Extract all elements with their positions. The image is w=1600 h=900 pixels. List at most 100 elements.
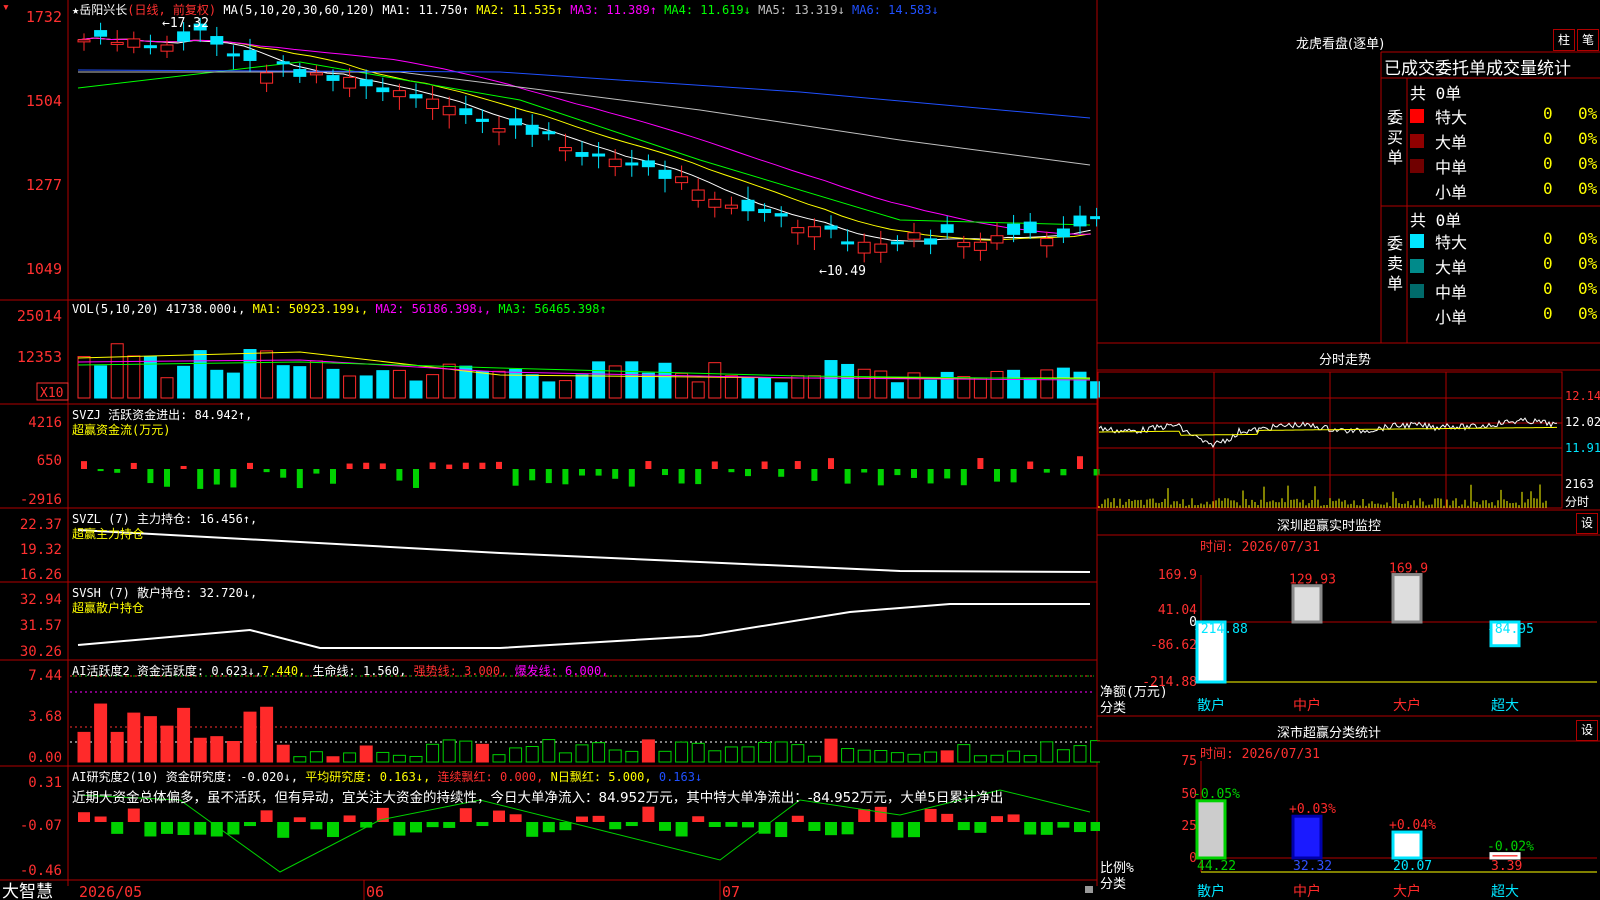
monitor-category: 中户 bbox=[1293, 697, 1321, 714]
candle bbox=[110, 41, 124, 45]
lhb-title: 龙虎看盘(逐单) bbox=[1296, 37, 1385, 52]
candle bbox=[990, 235, 1004, 244]
ai2-bar bbox=[1057, 822, 1070, 828]
order-n: 0 bbox=[1543, 129, 1553, 148]
vol-tick: 25014 bbox=[17, 307, 62, 325]
high-marker: ←17.32 bbox=[162, 16, 209, 31]
monitor-category: 散户 bbox=[1197, 697, 1225, 714]
ai2-bar bbox=[825, 822, 837, 836]
vol-bar bbox=[924, 379, 938, 399]
menu-arrow-icon[interactable]: ▾ bbox=[2, 0, 10, 15]
tick-view-button[interactable]: 笔 bbox=[1577, 29, 1599, 51]
fenshi-chart[interactable] bbox=[1098, 417, 1558, 508]
ai2-bar bbox=[891, 822, 904, 838]
stats-category: 中户 bbox=[1293, 883, 1321, 900]
column-view-button[interactable]: 柱 bbox=[1553, 29, 1575, 51]
candle bbox=[509, 118, 523, 126]
stats-value: 32.32 bbox=[1293, 859, 1332, 874]
svzj-bar bbox=[296, 469, 303, 489]
stats-settings-button[interactable]: 设 bbox=[1576, 720, 1598, 741]
candle bbox=[708, 198, 722, 208]
order-size-swatch bbox=[1410, 284, 1424, 298]
volume-bars bbox=[77, 343, 1100, 399]
kline-chart-area[interactable]: 1732 1504 1277 1049 25014 12353 X10 4216… bbox=[0, 0, 1100, 900]
svzj-bar bbox=[911, 469, 917, 478]
ma-line bbox=[77, 37, 1091, 241]
svsh-line bbox=[77, 603, 1090, 649]
stats-value: 20.07 bbox=[1393, 859, 1432, 874]
ma5-value: MA5: 13.319↓ bbox=[758, 3, 845, 17]
monitor-chart[interactable]: 169.941.040-86.62-214.88-214.88散户129.93中… bbox=[1142, 562, 1597, 714]
vol-bar bbox=[193, 350, 207, 399]
ai-bar bbox=[924, 751, 938, 763]
candle bbox=[592, 153, 606, 157]
ai-bar bbox=[608, 749, 622, 763]
date-tick: 07 bbox=[722, 883, 740, 900]
lock-icon[interactable] bbox=[1085, 886, 1093, 893]
candle bbox=[525, 124, 539, 135]
svzj-bar bbox=[363, 462, 370, 469]
candle bbox=[924, 238, 938, 245]
order-size-swatch bbox=[1410, 234, 1424, 248]
stats-chart[interactable]: 7550250-0.05%44.22散户+0.03%32.32中户+0.04%2… bbox=[1181, 754, 1597, 900]
vol-bar bbox=[990, 370, 1004, 399]
candle bbox=[973, 241, 987, 251]
svzj-bar bbox=[114, 469, 121, 473]
svzj-bar bbox=[1010, 469, 1017, 483]
ai-bar bbox=[658, 750, 672, 763]
ai2-research: AI研究度2(10) 资金研究度: -0.020↓, bbox=[72, 770, 299, 784]
vol-bar bbox=[177, 365, 191, 399]
ai-bar bbox=[724, 746, 738, 763]
ma30-line bbox=[77, 61, 1091, 226]
svzj-bar bbox=[927, 469, 934, 484]
svzj-bar bbox=[794, 461, 801, 469]
adjust-mode[interactable]: (日线, 前复权) bbox=[127, 3, 216, 17]
candle bbox=[890, 241, 904, 245]
ai2-bar bbox=[426, 822, 439, 828]
ai-bar bbox=[641, 739, 655, 763]
vol-bar bbox=[143, 355, 157, 399]
stock-name[interactable]: 岳阳兴长 bbox=[79, 3, 127, 17]
order-p: 0% bbox=[1578, 304, 1598, 323]
svzj-bar bbox=[462, 462, 469, 469]
svzj-bar bbox=[761, 461, 768, 469]
monitor-settings-button[interactable]: 设 bbox=[1576, 513, 1598, 534]
lhb-tabs[interactable]: 已成交委托单成交量统计 bbox=[1384, 54, 1600, 79]
svzj-bar bbox=[1077, 456, 1083, 469]
vol-bar bbox=[243, 349, 257, 399]
fenshi-tick: 12.14 bbox=[1565, 389, 1600, 403]
sell-side-label: 委卖单 bbox=[1387, 234, 1404, 293]
svzj-bar bbox=[662, 469, 668, 476]
ai2-bar bbox=[659, 822, 671, 831]
ai-bar bbox=[1023, 755, 1037, 763]
vol-ma1: MA1: 50923.199↓, bbox=[252, 302, 369, 316]
ai-bar bbox=[143, 716, 157, 763]
order-name: 特大 bbox=[1435, 108, 1468, 127]
ai2-header: AI研究度2(10) 资金研究度: -0.020↓, 平均研究度: 0.163↓… bbox=[72, 768, 702, 785]
candle bbox=[542, 131, 556, 135]
ai-bar bbox=[857, 749, 871, 763]
ai-bar bbox=[824, 738, 838, 763]
candle bbox=[326, 75, 340, 81]
candle bbox=[691, 189, 705, 201]
vol-bar bbox=[890, 382, 904, 399]
svsh-axis: 32.94 31.57 30.26 bbox=[20, 592, 62, 660]
ai2-bar bbox=[194, 822, 207, 835]
candle bbox=[94, 30, 108, 37]
svzj-bar bbox=[164, 469, 170, 487]
candle bbox=[359, 79, 373, 87]
brand-logo: 大智慧 bbox=[2, 882, 53, 900]
ai-bar bbox=[1056, 749, 1070, 763]
ai-bar bbox=[94, 703, 108, 763]
candle bbox=[243, 50, 257, 61]
ai-bar bbox=[791, 744, 805, 763]
ai2-bar bbox=[642, 806, 655, 822]
svzj-bar bbox=[346, 463, 353, 469]
svzj-bar bbox=[280, 469, 287, 478]
svzj-bar bbox=[562, 469, 569, 485]
date-tick: 06 bbox=[366, 883, 384, 900]
ai-bar bbox=[874, 750, 888, 763]
ai2-bar bbox=[592, 815, 605, 822]
candle bbox=[741, 199, 755, 212]
order-n: 0 bbox=[1543, 279, 1553, 298]
